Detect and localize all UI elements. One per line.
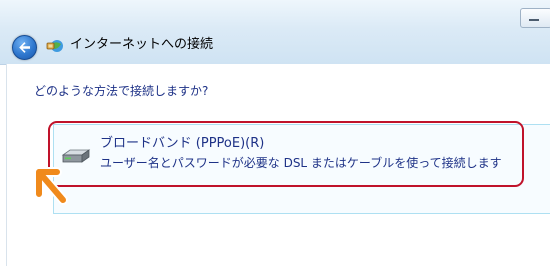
back-arrow-icon [19, 42, 30, 53]
title-bar [0, 0, 550, 65]
network-globe-icon [46, 40, 63, 52]
window-title: インターネットへの接続 [70, 37, 214, 52]
question-text: どのような方法で接続しますか? [34, 84, 209, 98]
pointer-arrow-icon [34, 167, 68, 205]
highlight-box [48, 121, 524, 187]
back-button[interactable] [12, 35, 37, 60]
minimize-button[interactable] [520, 8, 550, 28]
